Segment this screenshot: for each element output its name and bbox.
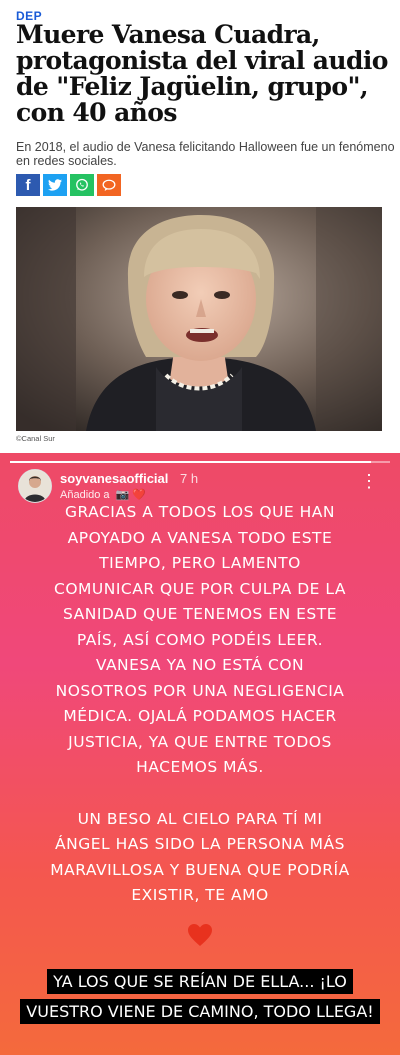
story-paragraph-1: Gracias a todos los que han apoyado a Va…: [54, 503, 346, 776]
story-timestamp: 7 h: [180, 471, 199, 486]
article-subtitle: En 2018, el audio de Vanesa felicitando …: [16, 140, 395, 168]
news-article: DEP Muere Vanesa Cuadra, protagonista de…: [0, 0, 400, 450]
photo-credit: ©Canal Sur: [16, 434, 55, 443]
article-headline[interactable]: Muere Vanesa Cuadra, protagonista del vi…: [16, 22, 396, 126]
story-paragraph-2: Un beso al cielo para tí mi ángel has si…: [50, 809, 350, 905]
share-bar: f: [16, 174, 121, 196]
story-username[interactable]: soyvanesaofficial: [60, 471, 168, 486]
avatar[interactable]: [18, 469, 52, 503]
comment-share-button[interactable]: [97, 174, 121, 196]
twitter-share-button[interactable]: [43, 174, 67, 196]
heart-icon: [188, 924, 212, 946]
closing-text: Ya los que se reían de ella... ¡Lo vuest…: [20, 969, 380, 1024]
story-message: Gracias a todos los que han apoyado a Va…: [48, 500, 352, 909]
story-progress-fill: [10, 461, 371, 463]
woman-portrait-image: [16, 207, 382, 431]
article-photo: [16, 207, 382, 431]
profile-picture: [19, 470, 51, 502]
whatsapp-share-button[interactable]: [70, 174, 94, 196]
twitter-icon: [48, 179, 62, 191]
comment-icon: [102, 179, 116, 191]
instagram-story[interactable]: soyvanesaofficial 7 h Añadido a 📷 ❤️ ⋮ G…: [0, 453, 400, 1055]
story-paragraph-spacer: [48, 781, 352, 807]
story-progress-bar: [10, 461, 390, 463]
facebook-share-button[interactable]: f: [16, 174, 40, 196]
closing-caption: Ya los que se reían de ella... ¡Lo vuest…: [10, 967, 390, 1027]
more-options-icon[interactable]: ⋮: [360, 472, 378, 490]
facebook-icon: f: [25, 176, 31, 194]
whatsapp-icon: [76, 178, 88, 191]
